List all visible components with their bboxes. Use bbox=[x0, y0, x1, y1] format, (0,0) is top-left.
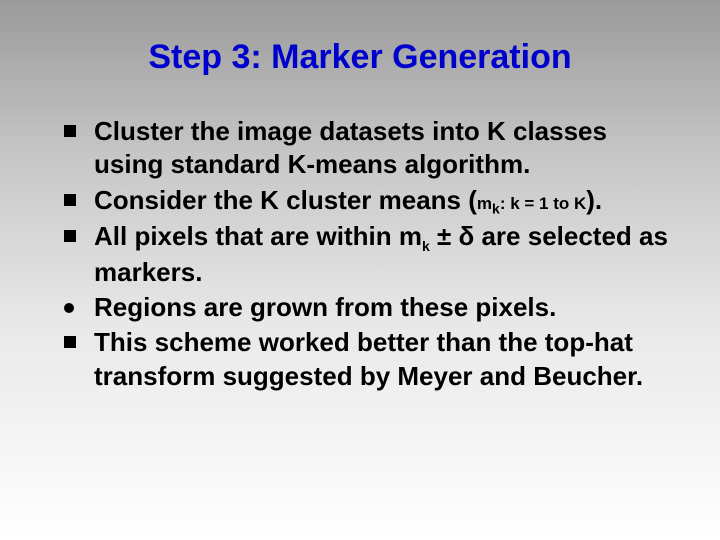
list-item: This scheme worked better than the top-h… bbox=[64, 326, 670, 393]
slide-title: Step 3: Marker Generation bbox=[50, 38, 670, 77]
list-item: Cluster the image datasets into K classe… bbox=[64, 115, 670, 182]
list-item: Consider the K cluster means (mk: k = 1 … bbox=[64, 184, 670, 218]
list-item: All pixels that are within mk ± δ are se… bbox=[64, 220, 670, 289]
list-item: Regions are grown from these pixels. bbox=[64, 291, 670, 324]
bullet-list: Cluster the image datasets into K classe… bbox=[50, 115, 670, 393]
